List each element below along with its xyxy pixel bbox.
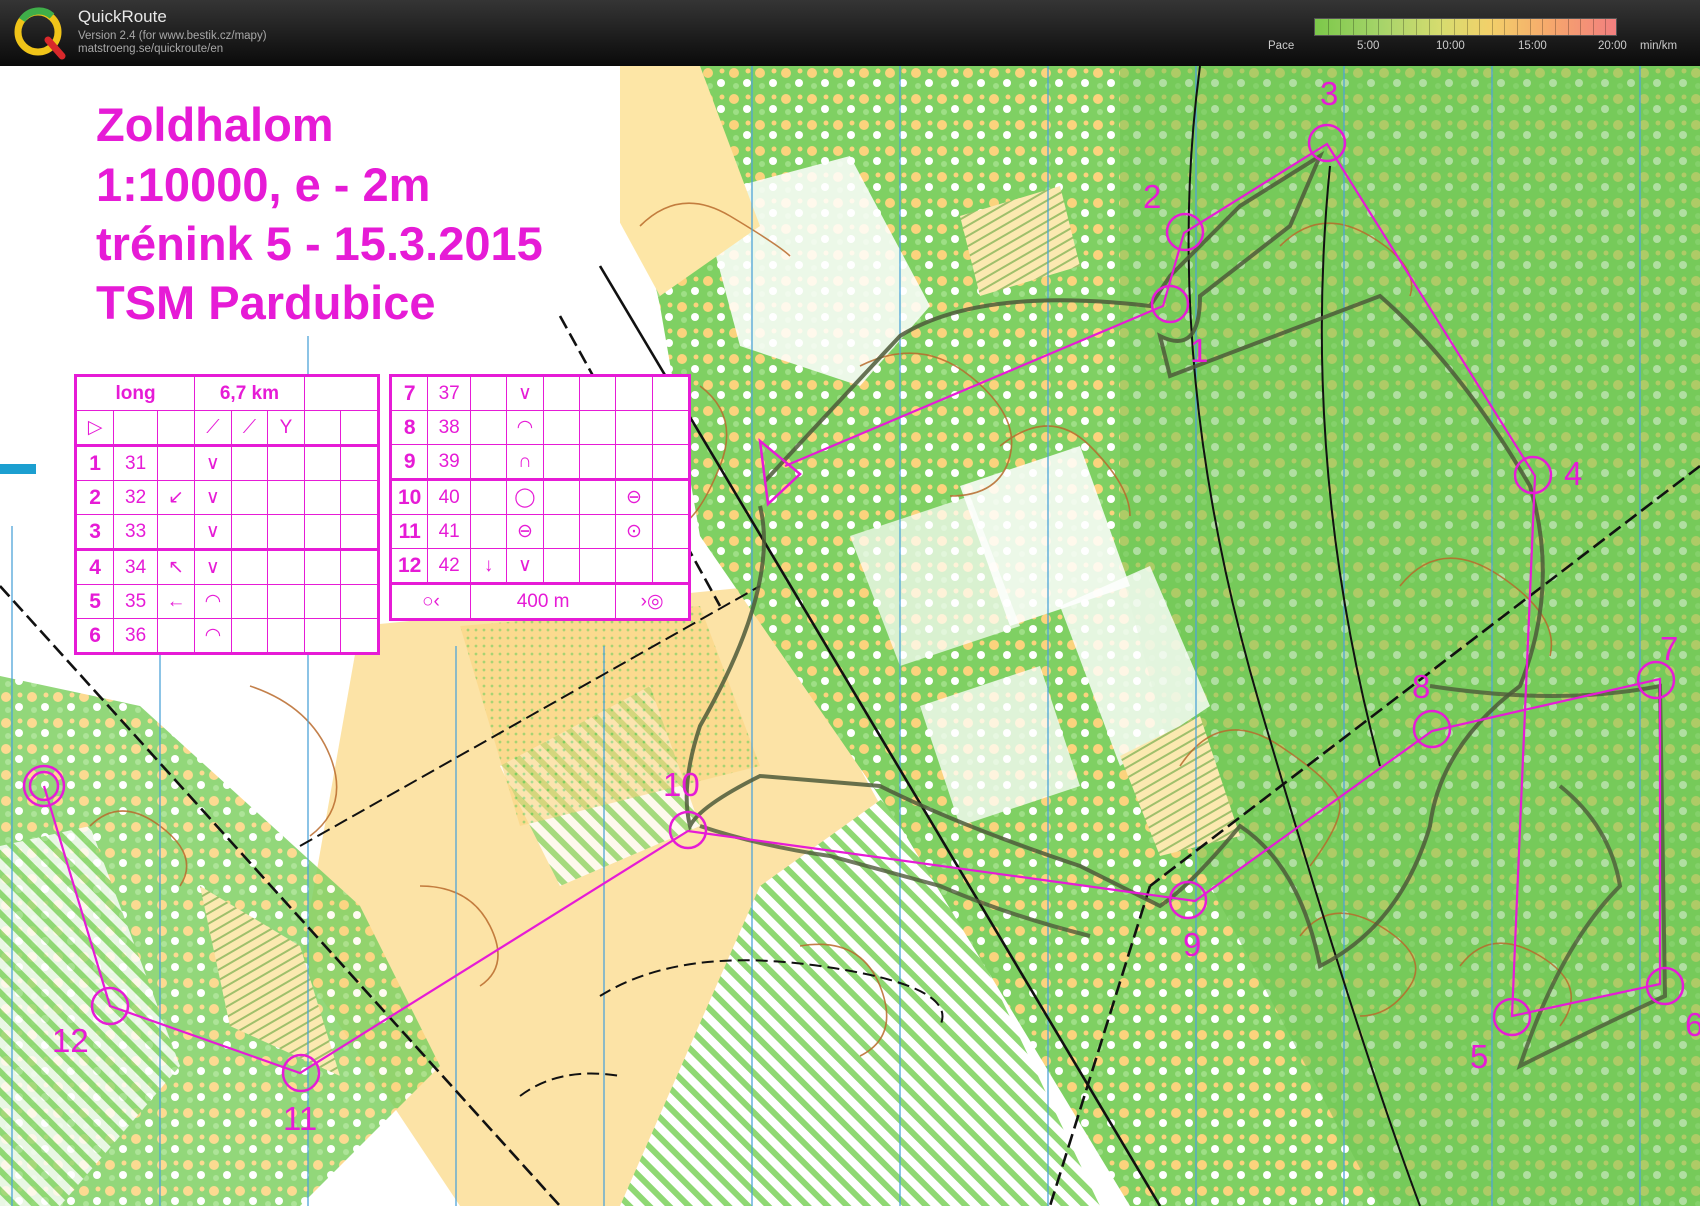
course-length: 6,7 km bbox=[194, 374, 305, 411]
pace-tick-label: 5:00 bbox=[1357, 40, 1380, 52]
pace-scale-tick bbox=[1378, 19, 1380, 35]
version-line: Version 2.4 (for www.bestik.cz/mapy) bbox=[78, 30, 267, 42]
pace-tick-label: 20:00 bbox=[1598, 40, 1627, 52]
app-version: Version 2.4 (for www.bestik.cz/mapy) mat… bbox=[78, 30, 267, 56]
pace-scale-tick bbox=[1352, 19, 1354, 35]
pace-scale-tick bbox=[1327, 19, 1329, 35]
pace-scale-tick bbox=[1542, 19, 1544, 35]
finish-row: ○‹ 400 m ›◎ bbox=[389, 583, 691, 621]
control-row: 11 41 ⊖ ⊙ bbox=[388, 514, 692, 549]
control-row: 9 39 ∩ bbox=[388, 444, 692, 481]
pace-scale-tick bbox=[1567, 19, 1569, 35]
control-descriptions-right: 7 37 ∨ 8 38 ◠ 9 39 ∩ 10 40 ◯ ⊖ 11 41 ⊖ ⊙… bbox=[388, 374, 692, 621]
pace-scale-tick bbox=[1340, 19, 1342, 35]
control-row: 8 38 ◠ bbox=[388, 410, 692, 445]
control-label: 6 bbox=[1685, 1006, 1700, 1043]
pace-scale-tick bbox=[1428, 19, 1430, 35]
control-label: 2 bbox=[1143, 178, 1162, 215]
pace-scale-tick bbox=[1491, 19, 1493, 35]
quickroute-logo-icon bbox=[14, 7, 66, 60]
control-row: 2 32 ↙ ∨ bbox=[73, 480, 380, 515]
control-label: 11 bbox=[283, 1100, 318, 1137]
pace-unit: min/km bbox=[1640, 40, 1678, 52]
url-line: matstroeng.se/quickroute/en bbox=[78, 43, 224, 55]
control-row: 6 36 ◠ bbox=[73, 618, 380, 655]
pace-scale-tick bbox=[1441, 19, 1443, 35]
control-label: 3 bbox=[1320, 75, 1339, 112]
course-climb-cell bbox=[303, 374, 381, 411]
control-label: 5 bbox=[1470, 1038, 1489, 1075]
control-row: 4 34 ↖ ∨ bbox=[73, 549, 380, 585]
pace-scale-tick bbox=[1580, 19, 1582, 35]
pace-scale-tick bbox=[1592, 19, 1594, 35]
pace-scale-tick bbox=[1529, 19, 1531, 35]
orienteering-map[interactable]: Zoldhalom 1:10000, e - 2m trénink 5 - 15… bbox=[0, 66, 1700, 1206]
control-label: 10 bbox=[663, 766, 700, 803]
finish-distance: 400 m bbox=[469, 583, 617, 621]
quickroute-header: QuickRoute Version 2.4 (for www.bestik.c… bbox=[0, 0, 1700, 66]
edge-marker bbox=[0, 464, 36, 474]
pace-color-scale bbox=[1314, 18, 1617, 36]
pace-scale-tick bbox=[1365, 19, 1367, 35]
pace-scale-tick bbox=[1517, 19, 1518, 35]
pace-scale-tick bbox=[1605, 19, 1607, 35]
control-row: 7 37 ∨ bbox=[388, 374, 692, 411]
start-feature-symbol-icon: ⟋ bbox=[194, 410, 232, 447]
pace-scale-tick bbox=[1453, 19, 1455, 35]
start-triangle-icon: ▷ bbox=[73, 410, 115, 447]
finish-start-icon: ○‹ bbox=[389, 583, 471, 621]
control-descriptions-left: long 6,7 km ▷ ⟋ ⟋ Y 1 31 ∨ 2 32 ↙ ∨ 3 33… bbox=[73, 374, 381, 655]
pace-tick-label: 10:00 bbox=[1436, 40, 1465, 52]
control-row: 3 33 ∨ bbox=[73, 514, 380, 551]
control-label: 7 bbox=[1660, 630, 1679, 667]
map-title-scale: 1:10000, e - 2m bbox=[96, 158, 431, 211]
finish-end-icon: ›◎ bbox=[615, 583, 691, 621]
pace-scale-tick bbox=[1466, 19, 1468, 35]
map-title-name: Zoldhalom bbox=[96, 98, 334, 151]
control-label: 8 bbox=[1412, 668, 1431, 705]
control-row: 12 42 ↓ ∨ bbox=[388, 548, 692, 585]
control-label: 9 bbox=[1183, 926, 1202, 963]
pace-scale-tick bbox=[1554, 19, 1556, 35]
pace-scale-tick bbox=[1479, 19, 1481, 35]
course-name: long bbox=[73, 374, 196, 411]
pace-tick-label: 15:00 bbox=[1518, 40, 1547, 52]
control-row: 10 40 ◯ ⊖ bbox=[388, 479, 692, 515]
pace-scale-tick bbox=[1390, 19, 1392, 35]
control-label: 12 bbox=[52, 1022, 89, 1059]
control-label: 4 bbox=[1564, 455, 1583, 492]
pace-scale-tick bbox=[1403, 19, 1405, 35]
control-row: 5 35 ← ◠ bbox=[73, 584, 380, 619]
control-label: 1 bbox=[1190, 332, 1209, 369]
pace-scale-tick bbox=[1416, 19, 1417, 35]
pace-scale-tick bbox=[1504, 19, 1506, 35]
control-row: 1 31 ∨ bbox=[73, 445, 380, 481]
app-title: QuickRoute bbox=[78, 7, 167, 26]
map-title-club: TSM Pardubice bbox=[96, 276, 436, 329]
map-title-event: trénink 5 - 15.3.2015 bbox=[96, 217, 543, 270]
start-feature-symbol-icon: ⟋ bbox=[230, 410, 269, 447]
start-feature-symbol-icon: Y bbox=[267, 410, 305, 447]
pace-label: Pace bbox=[1268, 40, 1295, 52]
